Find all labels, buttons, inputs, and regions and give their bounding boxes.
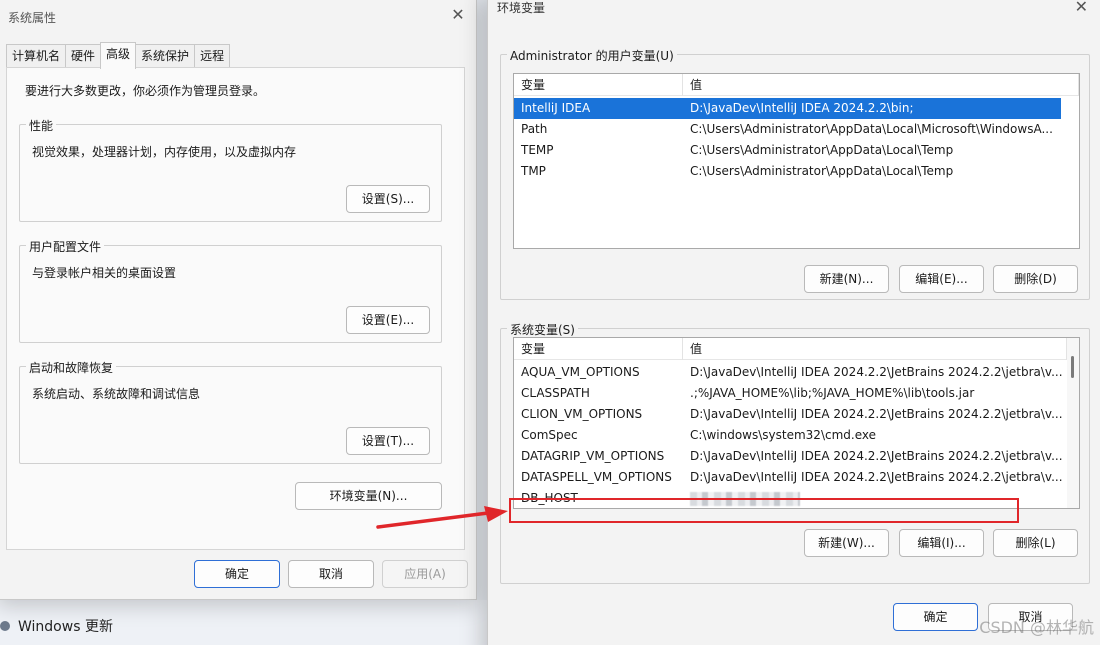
user-profiles-settings-button[interactable]: 设置(E)... [346,306,430,334]
scrollbar-thumb[interactable] [1071,356,1074,378]
user-edit-button[interactable]: 编辑(E)... [899,265,984,293]
variable-name: TMP [521,164,546,178]
variable-name: ComSpec [521,428,578,442]
variable-name: IntelliJ IDEA [521,101,591,115]
performance-group: 性能 视觉效果，处理器计划，内存使用，以及虚拟内存 设置(S)... [19,117,442,222]
variable-name: AQUA_VM_OPTIONS [521,365,640,379]
variable-value: D:\JavaDev\IntelliJ IDEA 2024.2.2\JetBra… [690,407,1063,421]
admin-note: 要进行大多数更改，你必须作为管理员登录。 [25,84,266,98]
watermark: CSDN @林华航 [979,618,1094,637]
system-variables-list[interactable]: 变量 值 AQUA_VM_OPTIONS D:\JavaDev\IntelliJ… [513,337,1080,509]
list-item[interactable]: TEMP C:\Users\Administrator\AppData\Loca… [514,140,1061,161]
list-item[interactable]: AQUA_VM_OPTIONS D:\JavaDev\IntelliJ IDEA… [514,362,1067,383]
variable-name: CLASSPATH [521,386,590,400]
performance-legend: 性能 [26,117,57,134]
startup-recovery-group: 启动和故障恢复 系统启动、系统故障和调试信息 设置(T)... [19,359,442,464]
tab-computer-name[interactable]: 计算机名 [6,44,67,68]
windows-update-icon [0,621,10,631]
column-header-value[interactable]: 值 [683,338,1067,360]
variable-value: D:\JavaDev\IntelliJ IDEA 2024.2.2\JetBra… [690,470,1063,484]
column-header-value[interactable]: 值 [683,74,1079,96]
list-item[interactable]: CLASSPATH .;%JAVA_HOME%\lib;%JAVA_HOME%\… [514,383,1067,404]
column-header-variable[interactable]: 变量 [514,338,683,360]
arrow-icon [376,506,508,529]
variable-value: C:\Users\Administrator\AppData\Local\Mic… [690,122,1053,136]
system-variables-group: 系统变量(S) 变量 值 AQUA_VM_OPTIONS D:\JavaDev\… [500,321,1090,584]
startup-recovery-legend: 启动和故障恢复 [26,359,117,376]
tab-hardware[interactable]: 硬件 [65,44,102,68]
user-profiles-desc: 与登录帐户相关的桌面设置 [32,266,177,280]
dialog-title: 系统属性 [8,11,57,25]
tab-system-protection[interactable]: 系统保护 [135,44,196,68]
variable-value: D:\JavaDev\IntelliJ IDEA 2024.2.2\bin; [690,101,914,115]
variable-name: DATAGRIP_VM_OPTIONS [521,449,665,463]
variable-name: DATASPELL_VM_OPTIONS [521,470,672,484]
list-item[interactable]: Path C:\Users\Administrator\AppData\Loca… [514,119,1061,140]
vertical-scrollbar[interactable] [1067,338,1079,508]
apply-button[interactable]: 应用(A) [382,560,468,588]
column-header-variable[interactable]: 变量 [514,74,683,96]
variable-value: D:\JavaDev\IntelliJ IDEA 2024.2.2\JetBra… [690,449,1063,463]
variable-name: CLION_VM_OPTIONS [521,407,643,421]
environment-variables-dialog: 环境变量 ✕ Administrator 的用户变量(U) 变量 值 Intel… [487,0,1100,645]
tab-strip: 计算机名 硬件 高级 系统保护 远程 [6,41,231,69]
windows-update-label: Windows 更新 [18,619,113,635]
user-variables-list[interactable]: 变量 值 IntelliJ IDEA D:\JavaDev\IntelliJ I… [513,73,1080,249]
variable-value: C:\Users\Administrator\AppData\Local\Tem… [690,143,954,157]
user-profiles-group: 用户配置文件 与登录帐户相关的桌面设置 设置(E)... [19,238,442,343]
list-item[interactable]: TMP C:\Users\Administrator\AppData\Local… [514,161,1061,182]
system-variables-header: 变量 值 [514,338,1067,360]
dialog-titlebar[interactable]: 系统属性 ✕ [0,0,476,35]
list-item[interactable]: IntelliJ IDEA D:\JavaDev\IntelliJ IDEA 2… [514,98,1061,119]
list-item[interactable]: DATASPELL_VM_OPTIONS D:\JavaDev\IntelliJ… [514,467,1067,488]
windows-update-item[interactable]: Windows 更新 [0,616,113,636]
list-item[interactable]: ComSpec C:\windows\system32\cmd.exe [514,425,1067,446]
user-variables-legend: Administrator 的用户变量(U) [507,47,677,64]
env-dialog-title: 环境变量 [497,1,546,15]
system-variables-legend: 系统变量(S) [507,321,578,338]
tab-remote[interactable]: 远程 [194,44,231,68]
variable-name: TEMP [521,143,554,157]
advanced-tab-panel: 要进行大多数更改，你必须作为管理员登录。 性能 视觉效果，处理器计划，内存使用，… [6,67,465,550]
tab-advanced[interactable]: 高级 [100,42,137,69]
startup-recovery-settings-button[interactable]: 设置(T)... [346,427,430,455]
highlight-box [509,498,1019,523]
performance-settings-button[interactable]: 设置(S)... [346,185,430,213]
system-edit-button[interactable]: 编辑(I)... [899,529,984,557]
system-new-button[interactable]: 新建(W)... [804,529,889,557]
variable-value: .;%JAVA_HOME%\lib;%JAVA_HOME%\lib\tools.… [690,386,975,400]
user-new-button[interactable]: 新建(N)... [804,265,889,293]
variable-value: C:\windows\system32\cmd.exe [690,428,876,442]
variable-name: Path [521,122,548,136]
list-item[interactable]: DATAGRIP_VM_OPTIONS D:\JavaDev\IntelliJ … [514,446,1067,467]
list-item[interactable]: CLION_VM_OPTIONS D:\JavaDev\IntelliJ IDE… [514,404,1067,425]
user-variables-group: Administrator 的用户变量(U) 变量 值 IntelliJ IDE… [500,47,1090,300]
cancel-button[interactable]: 取消 [288,560,374,588]
performance-desc: 视觉效果，处理器计划，内存使用，以及虚拟内存 [32,145,297,159]
variable-value: D:\JavaDev\IntelliJ IDEA 2024.2.2\JetBra… [690,365,1063,379]
user-delete-button[interactable]: 删除(D) [993,265,1078,293]
startup-recovery-desc: 系统启动、系统故障和调试信息 [32,387,201,401]
env-ok-button[interactable]: 确定 [893,603,978,631]
user-profiles-legend: 用户配置文件 [26,238,105,255]
ok-button[interactable]: 确定 [194,560,280,588]
close-icon[interactable]: ✕ [450,7,466,23]
system-delete-button[interactable]: 删除(L) [993,529,1078,557]
close-icon[interactable]: ✕ [1075,0,1088,16]
variable-value: C:\Users\Administrator\AppData\Local\Tem… [690,164,954,178]
user-variables-header: 变量 值 [514,74,1079,96]
